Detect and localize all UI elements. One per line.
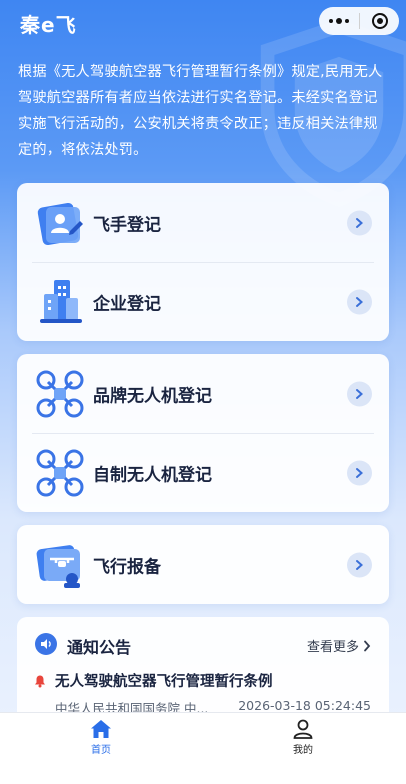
brand-drone-registration-label: 品牌无人机登记 xyxy=(93,386,212,406)
tab-home-label: 首页 xyxy=(91,745,111,756)
flight-report-item[interactable]: 飞行报备 xyxy=(17,525,389,604)
registration-notice-text: 根据《无人驾驶航空器飞行管理暂行条例》规定,民用无人驾驶航空器所有者应当依法进行… xyxy=(18,64,383,158)
brand-drone-registration-item[interactable]: 品牌无人机登记 xyxy=(17,354,389,433)
tab-mine[interactable]: 我的 xyxy=(263,719,343,756)
top-bar: 秦e飞 xyxy=(0,0,406,44)
pilot-registration-label: 飞手登记 xyxy=(93,215,161,235)
chevron-right-icon[interactable] xyxy=(347,552,372,577)
speaker-icon xyxy=(35,633,57,655)
enterprise-registration-label: 企业登记 xyxy=(93,294,161,314)
chevron-right-icon[interactable] xyxy=(347,210,372,235)
notice-item-title[interactable]: 无人驾驶航空器飞行管理暂行条例 xyxy=(55,670,273,691)
bottom-tab-bar: 首页 我的 xyxy=(0,712,406,784)
enterprise-building-icon xyxy=(40,279,82,323)
view-more-link[interactable]: 查看更多 xyxy=(307,636,371,655)
flight-report-icon xyxy=(36,544,80,588)
view-more-label: 查看更多 xyxy=(306,640,359,655)
flight-report-card: 飞行报备 xyxy=(17,525,389,604)
pilot-id-card-icon xyxy=(37,202,83,245)
more-menu-button[interactable] xyxy=(319,7,359,35)
notice-item-time: 2026-03-18 05:24:45 xyxy=(238,698,371,713)
home-icon xyxy=(91,720,111,738)
drone-icon xyxy=(36,370,84,417)
tab-home[interactable]: 首页 xyxy=(61,719,141,756)
tab-mine-label: 我的 xyxy=(293,745,313,756)
chevron-right-icon[interactable] xyxy=(347,460,372,485)
enterprise-registration-item[interactable]: 企业登记 xyxy=(17,262,389,341)
chevron-right-icon[interactable] xyxy=(347,289,372,314)
close-miniprogram-button[interactable] xyxy=(360,7,399,35)
drone-icon xyxy=(36,449,84,496)
bell-icon xyxy=(35,675,45,688)
app-title: 秦e飞 xyxy=(20,13,77,37)
chevron-right-icon xyxy=(364,640,371,651)
notice-title: 通知公告 xyxy=(67,638,132,657)
custom-drone-registration-label: 自制无人机登记 xyxy=(93,465,212,485)
user-icon xyxy=(293,719,313,739)
dot-icon xyxy=(345,19,349,23)
registration-card: 飞手登记 企业登记 xyxy=(17,183,389,341)
dot-icon xyxy=(329,19,333,23)
flight-report-label: 飞行报备 xyxy=(93,557,161,577)
pilot-registration-item[interactable]: 飞手登记 xyxy=(17,183,389,262)
miniprogram-capsule xyxy=(319,7,399,35)
chevron-right-icon[interactable] xyxy=(347,381,372,406)
custom-drone-registration-item[interactable]: 自制无人机登记 xyxy=(17,433,389,512)
notice-panel: 通知公告 查看更多 无人驾驶航空器飞行管理暂行条例 中华人民共和国国务院 中..… xyxy=(17,617,389,727)
dot-icon xyxy=(336,18,342,24)
drone-registration-card: 品牌无人机登记 自制无人机登记 xyxy=(17,354,389,512)
target-close-icon xyxy=(371,13,388,29)
